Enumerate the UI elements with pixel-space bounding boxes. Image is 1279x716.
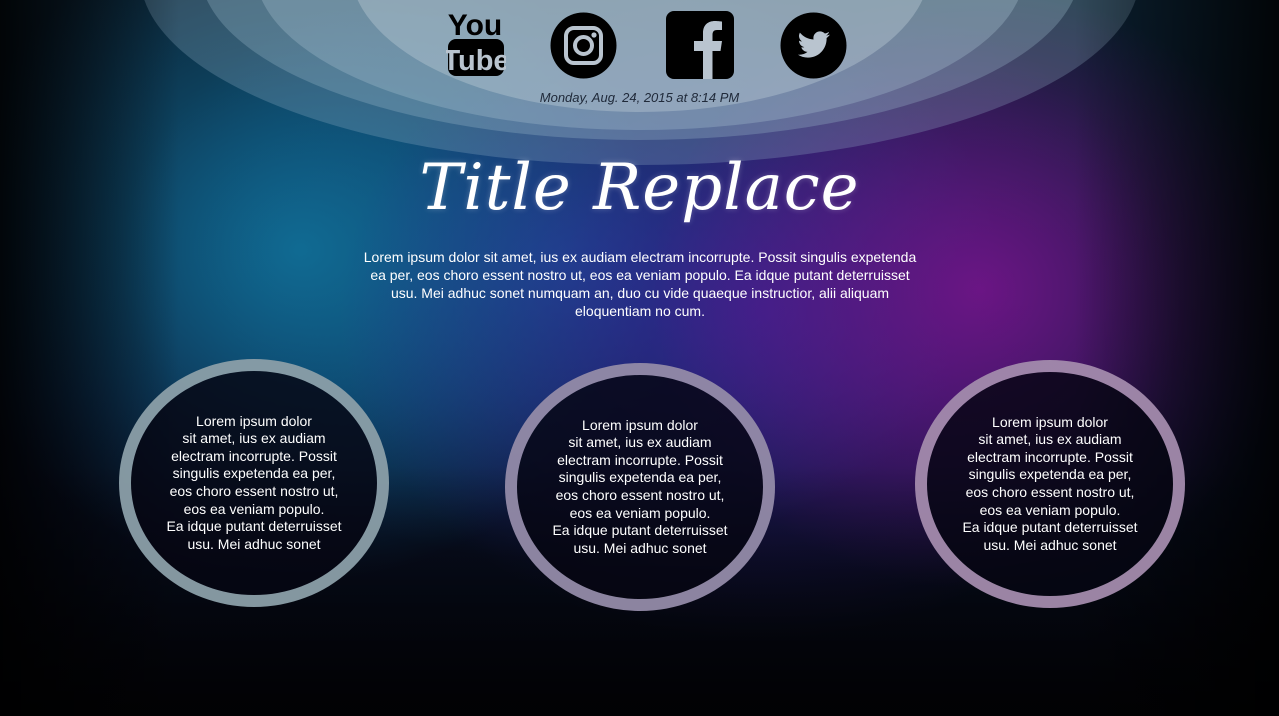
- circle-line: sit amet, ius ex audiam: [568, 434, 712, 451]
- circle-line: eos ea veniam populo.: [569, 504, 711, 521]
- twitter-icon: [780, 12, 847, 79]
- circle-line: Ea idque putant deterruisset: [962, 519, 1138, 536]
- instagram-icon: [550, 12, 617, 79]
- intro-paragraph: Lorem ipsum dolor sit amet, ius ex audia…: [363, 249, 917, 319]
- youtube-label-bottom: Tube: [446, 45, 506, 77]
- circle-line: Lorem ipsum dolor: [582, 416, 698, 433]
- circle-line: sit amet, ius ex audiam: [182, 430, 326, 447]
- feature-circle-2: Lorem ipsum dolor sit amet, ius ex audia…: [505, 363, 775, 611]
- twitter-link[interactable]: [780, 12, 847, 79]
- page-title: Title Replace: [419, 151, 860, 225]
- facebook-link[interactable]: [666, 11, 734, 79]
- social-icons-bar: You Tube: [0, 0, 1279, 90]
- circle-line: usu. Mei adhuc sonet: [983, 536, 1117, 553]
- youtube-label-top: You: [448, 9, 502, 42]
- circle-line: eos choro essent nostro ut,: [169, 483, 339, 499]
- circle-line: eos choro essent nostro ut,: [965, 484, 1135, 500]
- circle-line: sit amet, ius ex audiam: [978, 431, 1122, 448]
- feature-circle-text: Lorem ipsum dolor sit amet, ius ex audia…: [542, 417, 738, 558]
- circle-line: electram incorrupte. Possit: [967, 448, 1133, 465]
- feature-circle-3: Lorem ipsum dolor sit amet, ius ex audia…: [915, 360, 1185, 608]
- circle-line: singulis expetenda ea per,: [172, 465, 336, 482]
- post-timestamp: Monday, Aug. 24, 2015 at 8:14 PM: [539, 90, 740, 105]
- circle-line: singulis expetenda ea per,: [558, 469, 722, 486]
- circle-line: electram incorrupte. Possit: [557, 451, 723, 468]
- circle-line: eos ea veniam populo.: [183, 500, 325, 517]
- feature-circle-text: Lorem ipsum dolor sit amet, ius ex audia…: [156, 413, 352, 554]
- circle-line: eos ea veniam populo.: [979, 501, 1121, 518]
- facebook-icon: [666, 11, 734, 79]
- circle-line: singulis expetenda ea per,: [968, 466, 1132, 483]
- circle-line: Ea idque putant deterruisset: [552, 522, 728, 539]
- circle-line: Lorem ipsum dolor: [196, 412, 312, 429]
- youtube-icon: You Tube: [446, 9, 506, 77]
- feature-circle-text: Lorem ipsum dolor sit amet, ius ex audia…: [952, 414, 1148, 555]
- feature-circle-1: Lorem ipsum dolor sit amet, ius ex audia…: [119, 359, 389, 607]
- circle-line: electram incorrupte. Possit: [171, 447, 337, 464]
- instagram-link[interactable]: [550, 12, 617, 79]
- youtube-link[interactable]: You Tube: [446, 8, 506, 78]
- circle-line: usu. Mei adhuc sonet: [573, 539, 707, 556]
- circle-line: Lorem ipsum dolor: [992, 413, 1108, 430]
- circle-line: usu. Mei adhuc sonet: [187, 535, 321, 552]
- circle-line: Ea idque putant deterruisset: [166, 518, 342, 535]
- circle-line: eos choro essent nostro ut,: [555, 487, 725, 503]
- page-background: You Tube Monday, Aug. 24, 2015 at 8:14 P…: [0, 0, 1279, 716]
